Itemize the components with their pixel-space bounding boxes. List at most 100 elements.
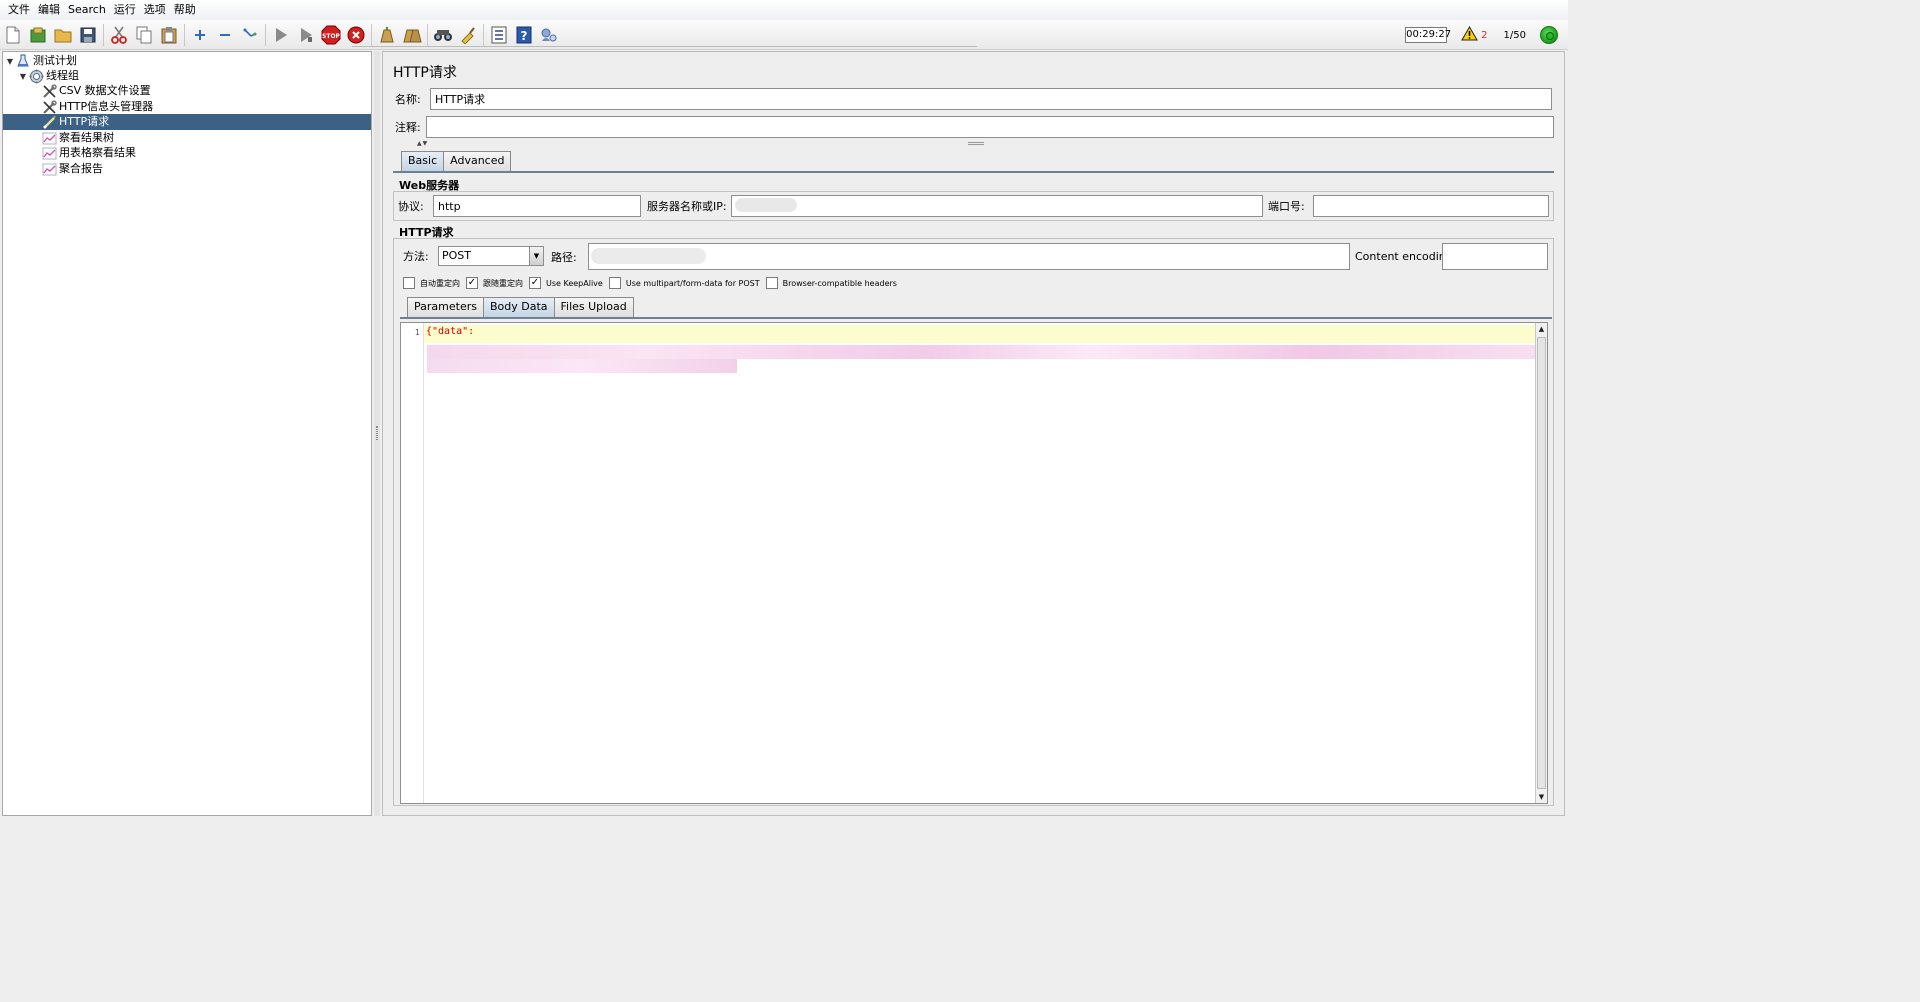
body-data-editor[interactable]: 1 {"data": ▲ ▼ [400, 322, 1548, 804]
toolbar: STOP ? 00:29:27 2 1/50 [0, 20, 1568, 50]
protocol-input[interactable] [433, 195, 641, 217]
tree-node-csv-data-set[interactable]: CSV 数据文件设置 [41, 83, 154, 99]
checkbox-follow-redirects[interactable]: ✓ 跟随重定向 [466, 277, 523, 289]
tree-node-label: 用表格察看结果 [59, 146, 136, 159]
shutdown-icon[interactable] [345, 24, 367, 46]
toolbar-separator [184, 24, 185, 46]
resize-grip-icon[interactable] [968, 142, 984, 145]
thread-group-icon [28, 68, 44, 84]
method-row: 方法: POST ▼ [403, 246, 544, 266]
method-label: 方法: [403, 250, 429, 263]
tab-basic[interactable]: Basic [401, 151, 445, 171]
checkbox-label: Use KeepAlive [546, 278, 603, 288]
clear-icon[interactable] [376, 24, 398, 46]
menu-file[interactable]: 文件 [4, 0, 34, 20]
checkbox-box[interactable] [765, 277, 778, 289]
start-no-pause-icon[interactable] [295, 24, 317, 46]
svg-text:?: ? [521, 29, 528, 43]
checkbox-box[interactable]: ✓ [466, 277, 478, 289]
expand-toggle-icon[interactable]: ▼ [18, 72, 28, 81]
comment-collapse-bar[interactable]: ▲▼ [393, 139, 1556, 147]
toolbar-divider [352, 46, 977, 47]
redacted-server-value [735, 198, 797, 212]
checkbox-label: Use multipart/form-data for POST [625, 278, 760, 288]
svg-text:STOP: STOP [322, 33, 341, 40]
protocol-label: 协议: [398, 200, 424, 213]
menu-options[interactable]: 选项 [140, 0, 170, 20]
http-request-editor: HTTP请求 名称: 注释: ▲▼ Basic Advanced Web服务器 … [382, 51, 1565, 816]
menu-edit[interactable]: 编辑 [34, 0, 64, 20]
expand-toggle-icon[interactable]: ▼ [5, 57, 15, 66]
save-icon[interactable] [77, 24, 99, 46]
scroll-down-icon[interactable]: ▼ [1536, 791, 1547, 803]
splitter-grip[interactable] [376, 426, 378, 440]
checkbox-box[interactable]: ✓ [529, 277, 541, 289]
stop-icon[interactable]: STOP [320, 24, 342, 46]
toggle-icon[interactable] [239, 24, 261, 46]
editor-scrollbar[interactable]: ▲ ▼ [1535, 323, 1547, 803]
tree-node-thread-group[interactable]: ▼ 线程组 [18, 68, 82, 84]
body-tabs: Parameters Body Data Files Upload [407, 297, 634, 317]
config-element-icon [41, 99, 57, 115]
tree-node-view-results-tree[interactable]: 察看结果树 [41, 130, 117, 146]
comment-input[interactable] [426, 116, 1554, 138]
checkbox-browser-headers[interactable]: Browser-compatible headers [765, 277, 897, 289]
checkbox-label: 跟随重定向 [483, 278, 523, 288]
copy-icon[interactable] [133, 24, 155, 46]
chevron-down-icon[interactable]: ▼ [529, 247, 543, 265]
tree-node-aggregate-report[interactable]: 聚合报告 [41, 161, 106, 177]
checkbox-box[interactable] [608, 277, 621, 289]
remote-icon[interactable] [538, 24, 560, 46]
tab-advanced[interactable]: Advanced [443, 151, 512, 171]
checkbox-auto-redirect[interactable]: 自动重定向 [403, 277, 460, 289]
tree-node-http-request[interactable]: HTTP请求 [3, 114, 371, 130]
checkbox-keepalive[interactable]: ✓ Use KeepAlive [529, 277, 603, 289]
expand-icon[interactable] [189, 24, 211, 46]
clear-all-icon[interactable] [401, 24, 423, 46]
open-folder-icon[interactable] [52, 24, 74, 46]
paste-icon[interactable] [158, 24, 180, 46]
start-icon[interactable] [270, 24, 292, 46]
port-input[interactable] [1313, 195, 1549, 217]
reset-search-icon[interactable] [457, 24, 479, 46]
server-input[interactable] [731, 195, 1263, 217]
cut-icon[interactable] [108, 24, 130, 46]
scrollbar-thumb[interactable] [1537, 337, 1546, 789]
function-helper-icon[interactable] [488, 24, 510, 46]
checkbox-label: 自动重定向 [420, 278, 460, 288]
search-icon[interactable] [432, 24, 454, 46]
menu-run[interactable]: 运行 [110, 0, 140, 20]
line-gutter: 1 [401, 323, 424, 803]
encoding-input[interactable] [1442, 243, 1548, 270]
redacted-body-content [427, 359, 737, 373]
test-plan-tree: ▼ 测试计划 ▼ 线程组 CSV 数据文件设置 HTTP信息头管理器 HTTP请… [2, 51, 372, 816]
menu-search[interactable]: Search [64, 0, 110, 20]
panel-splitter[interactable] [374, 51, 380, 816]
tab-parameters[interactable]: Parameters [407, 297, 484, 317]
listener-icon [41, 145, 57, 161]
warning-count[interactable]: 2 [1481, 30, 1487, 41]
warning-icon[interactable] [1461, 25, 1479, 44]
tree-node-test-plan[interactable]: ▼ 测试计划 [5, 53, 80, 69]
tree-node-label: CSV 数据文件设置 [59, 84, 151, 97]
name-input[interactable] [430, 88, 1552, 110]
menu-bar: 文件 编辑 Search 运行 选项 帮助 [0, 0, 1568, 20]
tree-node-view-results-table[interactable]: 用表格察看结果 [41, 145, 139, 161]
help-icon[interactable]: ? [513, 24, 535, 46]
comment-label: 注释: [395, 121, 421, 134]
method-select[interactable]: POST ▼ [438, 246, 544, 266]
templates-icon[interactable] [27, 24, 49, 46]
comment-row: 注释: [395, 116, 1554, 138]
checkbox-box[interactable] [403, 277, 415, 289]
tab-body-data[interactable]: Body Data [482, 297, 555, 317]
collapse-icon[interactable] [214, 24, 236, 46]
listener-icon [41, 130, 57, 146]
collapse-arrows-icon[interactable]: ▲▼ [417, 140, 428, 147]
checkbox-multipart[interactable]: Use multipart/form-data for POST [608, 277, 760, 289]
name-label: 名称: [395, 93, 421, 106]
scroll-up-icon[interactable]: ▲ [1536, 323, 1547, 335]
menu-help[interactable]: 帮助 [170, 0, 200, 20]
tree-node-header-manager[interactable]: HTTP信息头管理器 [41, 99, 156, 115]
tab-files-upload[interactable]: Files Upload [553, 297, 634, 317]
new-file-icon[interactable] [2, 24, 24, 46]
